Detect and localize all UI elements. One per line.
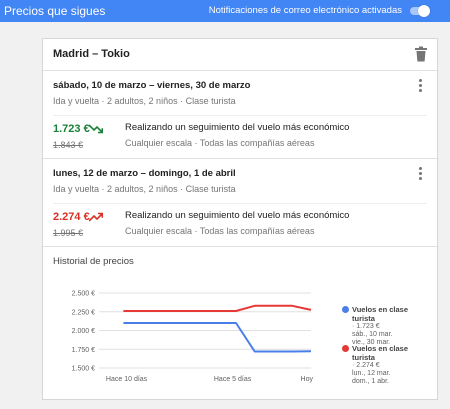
trash-icon[interactable] [414,46,428,62]
page-title: Precios que sigues [4,4,106,18]
x-tick-label: Hoy [301,376,314,383]
x-tick-label: Hace 10 días [106,376,148,383]
tracking-filters: Cualquier escala · Todas las compañías a… [125,226,315,236]
series-line [123,322,312,353]
tracking-title: Realizando un seguimiento del vuelo más … [125,210,350,221]
trip-details: Ida y vuelta · 2 adultos, 2 niños · Clas… [53,184,236,194]
legend-series-name: Vuelos en clase turista [352,305,409,323]
tracking-title: Realizando un seguimiento del vuelo más … [125,122,350,133]
more-options-icon[interactable] [415,78,425,94]
tracked-route-card: Madrid – Tokio sábado, 10 de marzo – vie… [42,38,438,400]
divider [53,203,427,204]
route-title: Madrid – Tokio [53,48,130,60]
divider [53,115,427,116]
tracking-filters: Cualquier escala · Todas las compañías a… [125,138,315,148]
toggle-knob [418,5,430,17]
y-tick-label: 1.750 € [72,347,95,354]
tracked-trip: lunes, 12 de marzo – domingo, 1 de abril… [43,160,437,247]
current-price: 2.274 € [53,211,90,223]
y-tick-label: 2.250 € [72,309,95,316]
legend-dot [342,306,349,313]
card-header: Madrid – Tokio [43,39,437,71]
price-history: Historial de precios 1.500 €1.750 €2.000… [43,247,437,399]
more-options-icon[interactable] [415,166,425,182]
legend-series-name: Vuelos en clase turista [352,344,409,362]
y-tick-label: 2.500 € [72,291,95,298]
previous-price: 1.995 € [53,228,84,238]
legend-series-detail: · 2.274 € lun., 12 mar. dom., 1 abr. [352,362,391,385]
y-tick-label: 2.000 € [72,328,95,335]
legend-dot [342,345,349,352]
trend-up-icon [89,212,103,222]
top-bar: Precios que sigues Notificaciones de cor… [0,0,450,22]
trip-dates: sábado, 10 de marzo – viernes, 30 de mar… [53,80,251,91]
current-price: 1.723 € [53,123,90,135]
tracked-trip: sábado, 10 de marzo – viernes, 30 de mar… [43,72,437,159]
price-history-chart: 1.500 € 1.750 € 2.000 € 2.250 € 2.500 € Hace … [72,291,314,384]
email-notifications-label: Notificaciones de correo electrónico act… [208,5,402,16]
legend-item: Vuelos en clase turista · 1.723 € sáb., … [342,305,437,346]
trip-dates: lunes, 12 de marzo – domingo, 1 de abril [53,168,236,179]
previous-price: 1.843 € [53,140,84,150]
series-line [123,304,312,312]
legend-item: Vuelos en clase turista · 2.274 € lun., … [342,344,437,385]
email-notifications-toggle[interactable] [408,5,430,17]
x-tick-label: Hace 5 días [214,376,252,383]
y-tick-label: 1.500 € [72,366,95,373]
trend-down-icon [89,124,103,134]
trip-details: Ida y vuelta · 2 adultos, 2 niños · Clas… [53,96,236,106]
